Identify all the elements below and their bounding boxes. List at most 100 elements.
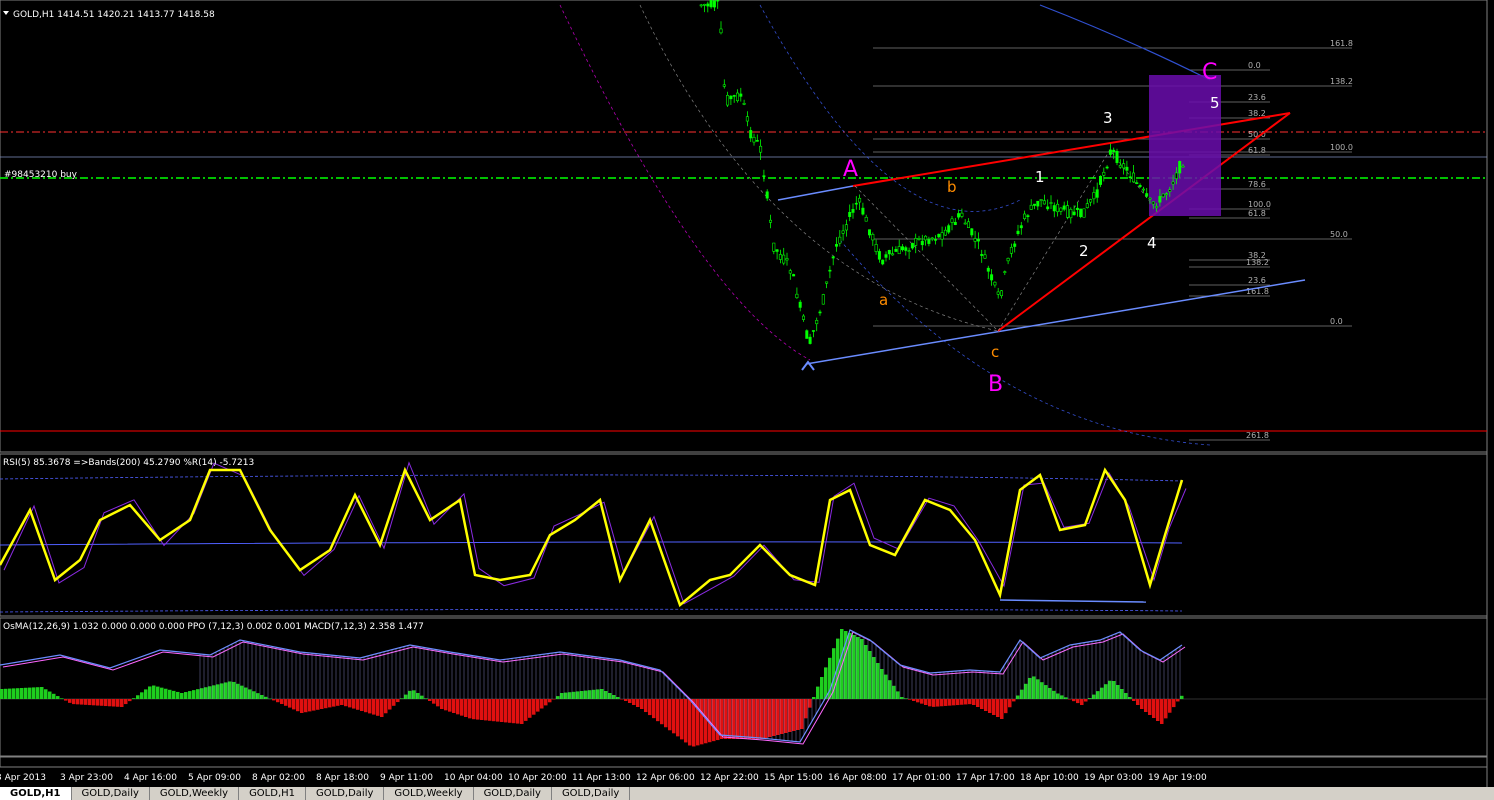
osma-bar	[276, 699, 280, 703]
tab-gold-daily-3[interactable]: GOLD,Daily	[474, 787, 552, 800]
osma-bar	[160, 687, 164, 699]
osma-bar	[400, 698, 404, 699]
osma-bar	[1012, 699, 1016, 702]
osma-bar	[584, 690, 588, 699]
osma-bar	[700, 699, 704, 745]
candle-body	[933, 239, 937, 241]
osma-bar	[296, 699, 300, 712]
osma-bar	[1172, 699, 1176, 708]
osma-bar	[92, 699, 96, 706]
osma-bar	[164, 688, 168, 699]
osma-bar	[884, 674, 888, 699]
candle-body	[1128, 176, 1132, 179]
osma-bar	[304, 699, 308, 713]
osma-bar	[1048, 687, 1052, 699]
symbol-info: GOLD,H1 1414.51 1420.21 1413.77 1418.58	[13, 10, 215, 20]
osma-bar	[792, 699, 796, 731]
candle-body	[1158, 196, 1162, 203]
osma-bar	[1064, 697, 1068, 699]
candle-body	[1138, 185, 1142, 187]
tab-gold-h1[interactable]: GOLD,H1	[0, 787, 72, 800]
candle-body	[861, 207, 865, 215]
candle-body	[1165, 193, 1169, 195]
candle-body	[722, 84, 726, 87]
candle-body	[818, 311, 822, 314]
osma-bar	[108, 699, 112, 707]
time-axis-label: 12 Apr 06:00	[636, 773, 695, 783]
osma-bar	[144, 689, 148, 699]
candle-body	[788, 270, 792, 274]
osma-bar	[588, 690, 592, 699]
osma-bar	[52, 693, 56, 699]
osma-bar	[684, 699, 688, 743]
osma-bar	[1060, 695, 1064, 699]
candle-body	[990, 274, 994, 281]
osma-bar	[904, 698, 908, 699]
candle-body	[699, 4, 703, 7]
fib-level-label: 50.0	[1330, 230, 1348, 239]
candle-body	[914, 238, 918, 246]
time-axis-label: 8 Apr 18:00	[316, 773, 369, 783]
candle-body	[825, 281, 829, 284]
time-axis-label: 15 Apr 15:00	[764, 773, 823, 783]
osma-bar	[1104, 684, 1108, 699]
osma-bar	[612, 695, 616, 699]
osma-bar	[1148, 699, 1152, 715]
osma-bar	[256, 693, 260, 699]
candle-body	[940, 232, 944, 240]
osma-bar	[680, 699, 684, 740]
osma-bar	[504, 699, 508, 723]
candle-body	[1049, 202, 1053, 204]
osma-bar	[336, 699, 340, 706]
osma-bar	[60, 698, 64, 699]
osma-bar	[508, 699, 512, 723]
rsi-panel-frame	[0, 453, 1488, 617]
osma-bar	[860, 639, 864, 699]
osma-bar	[736, 699, 740, 739]
osma-bar	[656, 699, 660, 722]
osma-bar	[712, 699, 716, 742]
tab-gold-daily-2[interactable]: GOLD,Daily	[306, 787, 385, 800]
osma-bar	[1176, 699, 1180, 702]
osma-bar	[416, 693, 420, 699]
osma-bar	[252, 691, 256, 699]
candle-body	[891, 253, 895, 256]
osma-bar	[260, 695, 264, 699]
osma-bar	[36, 687, 40, 699]
osma-bar	[988, 699, 992, 713]
ma-panel-frame	[0, 756, 1488, 768]
osma-bar	[928, 699, 932, 707]
osma-bar	[148, 686, 152, 699]
candle-body	[973, 238, 977, 242]
candle-body	[867, 229, 871, 236]
candle-body	[1108, 149, 1112, 155]
tab-gold-daily[interactable]: GOLD,Daily	[72, 787, 150, 800]
osma-bar	[140, 692, 144, 699]
tab-gold-daily-4[interactable]: GOLD,Daily	[552, 787, 631, 800]
osma-bar	[316, 699, 320, 710]
chart-canvas[interactable]: 161.80.0138.223.638.250.061.8 100.078.610…	[0, 0, 1494, 787]
osma-bar	[636, 699, 640, 707]
osma-bar	[648, 699, 652, 716]
osma-bar	[660, 699, 664, 725]
osma-bar	[952, 699, 956, 706]
candle-body	[1085, 203, 1089, 208]
tab-gold-h1-2[interactable]: GOLD,H1	[239, 787, 307, 800]
candle-body	[1105, 166, 1109, 169]
candle-body	[1079, 208, 1083, 218]
time-axis-label: 12 Apr 22:00	[700, 773, 759, 783]
osma-bar	[804, 699, 808, 719]
osma-bar	[376, 699, 380, 716]
candle-body	[920, 240, 924, 246]
tab-gold-weekly-2[interactable]: GOLD,Weekly	[384, 787, 474, 800]
candle-body	[1003, 271, 1007, 273]
fib-level-label: 0.0	[1248, 61, 1261, 70]
candle-body	[801, 315, 805, 320]
tab-gold-weekly[interactable]: GOLD,Weekly	[150, 787, 240, 800]
candle-body	[1122, 163, 1126, 169]
osma-bar	[408, 690, 412, 699]
osma-bar	[72, 699, 76, 705]
candle-body	[1155, 206, 1159, 209]
candle-body	[844, 224, 848, 231]
osma-bar	[312, 699, 316, 711]
